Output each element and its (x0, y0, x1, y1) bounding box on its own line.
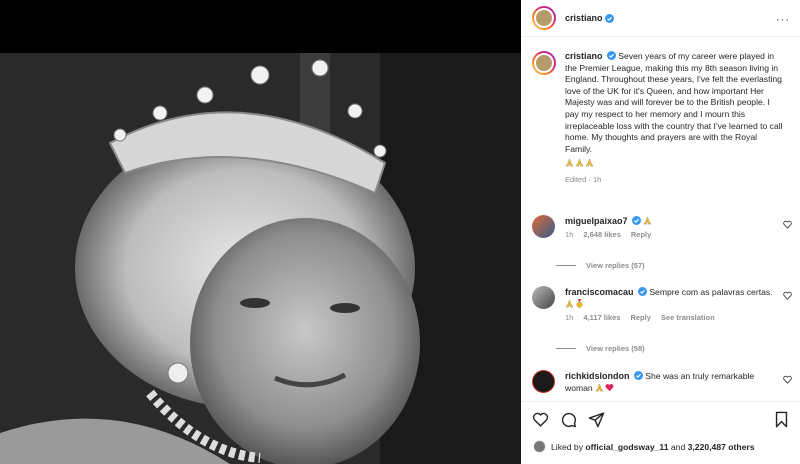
folded-hands-icon (575, 158, 584, 167)
post-media[interactable] (0, 0, 521, 464)
folded-hands-icon (585, 158, 594, 167)
like-icon[interactable] (532, 411, 549, 428)
photo-illustration (0, 53, 521, 464)
share-icon[interactable] (588, 411, 605, 428)
like-comment-icon[interactable] (783, 220, 792, 229)
view-replies-button[interactable]: View replies (58) (556, 344, 645, 353)
comment-avatar[interactable] (532, 215, 555, 238)
comment-time[interactable]: 1h (565, 230, 573, 239)
author-avatar[interactable] (532, 6, 556, 30)
caption-emoji (565, 158, 785, 170)
liker-username[interactable]: official_godsway_11 (585, 442, 668, 452)
medal-icon (576, 299, 583, 308)
folded-hands-icon (565, 299, 574, 308)
folded-hands-icon (643, 216, 652, 225)
more-options-icon[interactable]: ··· (776, 14, 790, 26)
post-panel: cristiano ··· cristiano Seven years of m… (521, 0, 800, 464)
comment-text: Sempre com as palavras certas. (649, 287, 773, 297)
see-translation-button[interactable]: See translation (661, 313, 715, 322)
comment-avatar[interactable] (532, 370, 555, 393)
red-heart-icon (605, 384, 614, 392)
comment-likes[interactable]: 4,117 likes (583, 313, 620, 322)
liked-by-label: Liked by (551, 441, 584, 452)
post-photo[interactable] (0, 53, 521, 464)
save-icon[interactable] (773, 411, 790, 428)
caption-meta: Edited · 1h (565, 174, 602, 184)
caption-avatar[interactable] (532, 51, 556, 75)
author-username[interactable]: cristiano (565, 13, 603, 23)
post-header: cristiano ··· (521, 0, 800, 37)
comment-icon[interactable] (560, 411, 577, 428)
edited-label: Edited (565, 174, 587, 184)
like-comment-icon[interactable] (783, 375, 792, 384)
comment-likes[interactable]: 2,648 likes (583, 230, 621, 239)
likes-and-label: and (670, 441, 686, 452)
verified-icon (604, 13, 614, 23)
comment-time[interactable]: 1h (565, 313, 573, 322)
post-actions: Liked by official_godsway_11 and 3,220,4… (521, 401, 800, 464)
folded-hands-icon (595, 383, 604, 392)
comment-username[interactable]: franciscomacau (565, 287, 634, 297)
likes-count[interactable]: 3,220,487 others (688, 442, 755, 452)
likes-summary[interactable]: Liked by official_godsway_11 and 3,220,4… (533, 440, 755, 453)
post-time[interactable]: 1h (593, 175, 601, 184)
comment-avatar[interactable] (532, 286, 555, 309)
verified-icon (637, 287, 647, 296)
post-caption: cristiano Seven years of my career were … (521, 37, 800, 186)
caption-username[interactable]: cristiano (565, 51, 603, 61)
comments-list[interactable]: cristiano Seven years of my career were … (521, 37, 800, 401)
liker-avatar[interactable] (533, 440, 546, 453)
comment-username[interactable]: richkidslondon (565, 371, 630, 381)
like-comment-icon[interactable] (783, 291, 792, 300)
comment-item: miguelpaixao7 1h 2,648 likes Reply (532, 215, 794, 239)
folded-hands-icon (565, 158, 574, 167)
verified-icon (606, 51, 616, 60)
view-replies-button[interactable]: View replies (57) (556, 261, 645, 270)
caption-text: Seven years of my career were played in … (565, 51, 783, 154)
reply-button[interactable]: Reply (630, 313, 650, 322)
comment-username[interactable]: miguelpaixao7 (565, 216, 628, 226)
verified-icon (631, 216, 641, 225)
comment-item: richkidslondon She was an truly remarkab… (532, 370, 794, 394)
reply-button[interactable]: Reply (631, 230, 651, 239)
comment-item: franciscomacau Sempre com as palavras ce… (532, 286, 794, 322)
verified-icon (633, 371, 643, 380)
